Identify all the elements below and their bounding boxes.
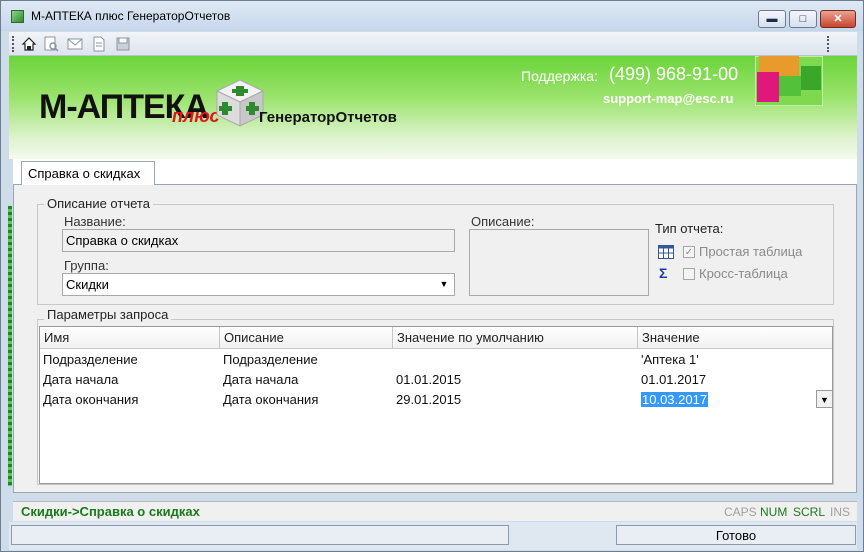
name-field[interactable]: Справка о скидках bbox=[62, 229, 455, 252]
window-title: М-АПТЕКА плюс ГенераторОтчетов bbox=[31, 9, 231, 23]
simple-table-label: Простая таблица bbox=[699, 244, 803, 259]
name-label: Название: bbox=[64, 214, 126, 229]
table-row-default[interactable]: 01.01.2015 bbox=[393, 370, 464, 390]
column-header-value[interactable]: Значение bbox=[638, 327, 832, 349]
banner: М-АПТЕКА плюс ГенераторОтчетов Поддержка… bbox=[9, 56, 857, 159]
table-row-name[interactable]: Дата начала bbox=[40, 370, 121, 390]
table-row-default[interactable]: 29.01.2015 bbox=[393, 390, 464, 410]
value-dropdown-chevron-down-icon[interactable]: ▼ bbox=[816, 390, 833, 408]
table-row-name[interactable]: Подразделение bbox=[40, 350, 141, 370]
column-header-default[interactable]: Значение по умолчанию bbox=[393, 327, 638, 349]
minimize-button[interactable]: ▬ bbox=[758, 10, 786, 28]
cross-table-label: Кросс-таблица bbox=[699, 266, 788, 281]
table-icon bbox=[658, 245, 674, 259]
table-row-description[interactable]: Подразделение bbox=[220, 350, 321, 370]
selected-value-text[interactable]: 10.03.2017 bbox=[641, 392, 709, 407]
group-select[interactable]: Скидки bbox=[62, 273, 455, 296]
support-label: Поддержка: bbox=[521, 68, 598, 84]
support-email[interactable]: support-map@esc.ru bbox=[603, 91, 733, 106]
group-label: Группа: bbox=[64, 258, 109, 273]
bottom-status-bar: Готово bbox=[9, 522, 857, 550]
logo-subtitle: ГенераторОтчетов bbox=[259, 109, 397, 126]
sigma-icon: Σ bbox=[659, 265, 668, 281]
table-row-default[interactable] bbox=[393, 350, 399, 370]
description-label: Описание: bbox=[471, 214, 535, 229]
status-path: Скидки->Справка о скидках bbox=[21, 504, 200, 519]
scrl-indicator: SCRL bbox=[793, 505, 826, 519]
preview-icon[interactable] bbox=[43, 36, 59, 52]
table-row-description[interactable]: Дата начала bbox=[220, 370, 301, 390]
status-bar: Скидки->Справка о скидках CAPS NUM SCRL … bbox=[13, 501, 857, 521]
logo-cube-icon bbox=[215, 79, 265, 127]
params-table: Имя Описание Значение по умолчанию Значе… bbox=[39, 326, 833, 484]
save-icon[interactable] bbox=[115, 36, 131, 52]
caps-indicator: CAPS bbox=[724, 505, 757, 519]
query-params-legend: Параметры запроса bbox=[44, 307, 172, 322]
toolbar-grip-icon[interactable] bbox=[12, 36, 15, 52]
column-header-name[interactable]: Имя bbox=[40, 327, 220, 349]
table-row-value-editing[interactable]: 10.03.2017 bbox=[638, 390, 711, 410]
table-row-value[interactable]: 01.01.2017 bbox=[638, 370, 709, 390]
ins-indicator: INS bbox=[830, 505, 851, 519]
app-icon bbox=[11, 10, 24, 23]
group-select-value: Скидки bbox=[66, 277, 109, 292]
app-window: М-АПТЕКА плюс ГенераторОтчетов ▬ □ ✕ М-А… bbox=[0, 0, 864, 552]
email-icon[interactable] bbox=[67, 36, 83, 52]
close-button[interactable]: ✕ bbox=[820, 10, 856, 28]
status-message-box bbox=[11, 525, 509, 545]
toolbar bbox=[9, 32, 857, 56]
support-phone: (499) 968-91-00 bbox=[609, 64, 739, 84]
column-header-description[interactable]: Описание bbox=[220, 327, 393, 349]
left-edge-stripe bbox=[8, 206, 12, 486]
chevron-down-icon[interactable]: ▼ bbox=[436, 275, 452, 293]
tab-discount-report[interactable]: Справка о скидках bbox=[21, 161, 155, 186]
num-indicator: NUM bbox=[760, 505, 788, 519]
document-icon[interactable] bbox=[91, 36, 107, 52]
home-icon[interactable] bbox=[21, 36, 37, 52]
toolbar-grip-right-icon[interactable] bbox=[827, 36, 830, 52]
ready-status: Готово bbox=[616, 525, 856, 545]
table-row-description[interactable]: Дата окончания bbox=[220, 390, 321, 410]
cross-table-checkbox[interactable] bbox=[683, 268, 695, 280]
report-description-legend: Описание отчета bbox=[44, 196, 153, 211]
title-bar[interactable]: М-АПТЕКА плюс ГенераторОтчетов ▬ □ ✕ bbox=[1, 1, 863, 31]
logo-plus: плюс bbox=[172, 106, 220, 126]
description-field[interactable] bbox=[469, 229, 649, 296]
banner-cube-icon bbox=[755, 56, 823, 106]
report-type-label: Тип отчета: bbox=[655, 221, 724, 236]
maximize-button[interactable]: □ bbox=[789, 10, 817, 28]
simple-table-checkbox[interactable]: ✓ bbox=[683, 246, 695, 258]
table-row-name[interactable]: Дата окончания bbox=[40, 390, 141, 410]
table-row-value[interactable]: 'Аптека 1' bbox=[638, 350, 702, 370]
